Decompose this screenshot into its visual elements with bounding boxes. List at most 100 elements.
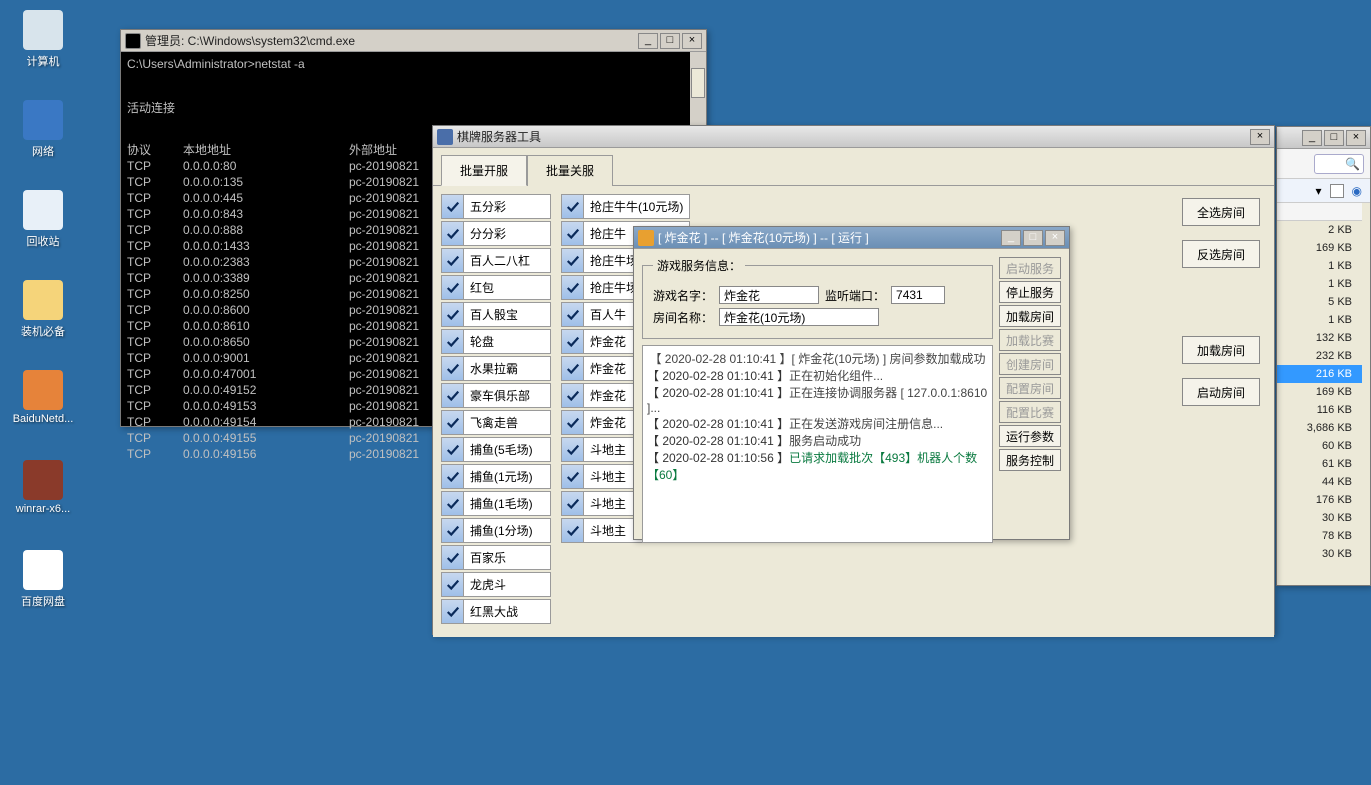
search-input[interactable]: 🔍 — [1314, 154, 1364, 174]
tool-titlebar[interactable]: 棋牌服务器工具 × — [433, 126, 1274, 148]
room-checkbox[interactable]: 红黑大战 — [441, 599, 551, 624]
file-row[interactable]: 132 KB — [1277, 329, 1362, 347]
room-checkbox[interactable]: 龙虎斗 — [441, 572, 551, 597]
file-row[interactable]: 30 KB — [1277, 545, 1362, 563]
file-row[interactable]: 3,686 KB — [1277, 419, 1362, 437]
log-line: 【 2020-02-28 01:10:56 】已请求加载批次【493】机器人个数… — [647, 449, 988, 483]
tab-batch-open[interactable]: 批量开服 — [441, 155, 527, 186]
close-button[interactable]: × — [1346, 130, 1366, 146]
maximize-button[interactable]: □ — [1324, 130, 1344, 146]
room-label: 炸金花 — [584, 333, 632, 350]
desktop-icon[interactable]: BaiduNetd... — [8, 370, 78, 425]
check-icon — [442, 249, 464, 272]
input-port[interactable] — [891, 286, 945, 304]
check-icon — [562, 222, 584, 245]
game-titlebar[interactable]: [ 炸金花 ] -- [ 炸金花(10元场) ] -- [ 运行 ] _ □ × — [634, 227, 1069, 249]
tab-batch-close[interactable]: 批量关服 — [527, 155, 613, 186]
room-checkbox[interactable]: 捕鱼(5毛场) — [441, 437, 551, 462]
room-checkbox[interactable]: 水果拉霸 — [441, 356, 551, 381]
tool-action-buttons: 全选房间反选房间加载房间启动房间 — [1176, 194, 1266, 629]
desktop-icon[interactable]: 回收站 — [8, 190, 78, 249]
room-checkbox[interactable]: 百家乐 — [441, 545, 551, 570]
file-row[interactable]: 61 KB — [1277, 455, 1362, 473]
game-action-button[interactable]: 配置比赛 — [999, 401, 1061, 423]
file-row[interactable]: 232 KB — [1277, 347, 1362, 365]
file-row[interactable]: 78 KB — [1277, 527, 1362, 545]
game-action-button[interactable]: 启动服务 — [999, 257, 1061, 279]
check-icon — [442, 600, 464, 623]
file-row[interactable]: 2 KB — [1277, 221, 1362, 239]
room-checkbox[interactable]: 捕鱼(1毛场) — [441, 491, 551, 516]
help-icon[interactable]: ◉ — [1352, 184, 1362, 198]
view-option[interactable]: ▾ — [1315, 184, 1321, 198]
close-button[interactable]: × — [1045, 230, 1065, 246]
maximize-button[interactable]: □ — [1023, 230, 1043, 246]
check-icon — [442, 438, 464, 461]
file-row[interactable]: 1 KB — [1277, 257, 1362, 275]
tool-button[interactable]: 全选房间 — [1182, 198, 1260, 226]
column-header[interactable] — [1277, 203, 1362, 221]
desktop-icon[interactable]: winrar-x6... — [8, 460, 78, 515]
game-action-button[interactable]: 创建房间 — [999, 353, 1061, 375]
check-icon — [442, 573, 464, 596]
room-checkbox[interactable]: 百人二八杠 — [441, 248, 551, 273]
minimize-button[interactable]: _ — [638, 33, 658, 49]
check-icon — [442, 195, 464, 218]
desktop-icon-image — [23, 100, 63, 140]
room-checkbox[interactable]: 抢庄牛牛(10元场) — [561, 194, 690, 219]
maximize-button[interactable]: □ — [660, 33, 680, 49]
tool-button[interactable]: 加载房间 — [1182, 336, 1260, 364]
room-checkbox[interactable]: 五分彩 — [441, 194, 551, 219]
room-checkbox[interactable]: 飞禽走兽 — [441, 410, 551, 435]
file-row[interactable]: 1 KB — [1277, 311, 1362, 329]
check-icon — [442, 465, 464, 488]
game-action-button[interactable]: 加载比赛 — [999, 329, 1061, 351]
explorer-titlebar[interactable]: _ □ × — [1277, 127, 1370, 149]
room-checkbox[interactable]: 豪车俱乐部 — [441, 383, 551, 408]
file-row[interactable]: 44 KB — [1277, 473, 1362, 491]
tool-button[interactable]: 反选房间 — [1182, 240, 1260, 268]
room-label: 抢庄牛 — [584, 225, 632, 242]
file-row[interactable]: 169 KB — [1277, 383, 1362, 401]
file-row[interactable]: 1 KB — [1277, 275, 1362, 293]
check-icon — [442, 519, 464, 542]
checkbox-option[interactable] — [1330, 184, 1344, 198]
desktop-icon[interactable]: 网络 — [8, 100, 78, 159]
file-row[interactable]: 60 KB — [1277, 437, 1362, 455]
cmd-icon — [125, 33, 141, 49]
room-checkbox[interactable]: 红包 — [441, 275, 551, 300]
room-checkbox[interactable]: 捕鱼(1分场) — [441, 518, 551, 543]
game-action-button[interactable]: 运行参数 — [999, 425, 1061, 447]
check-icon — [442, 492, 464, 515]
game-action-button[interactable]: 配置房间 — [999, 377, 1061, 399]
file-row[interactable]: 116 KB — [1277, 401, 1362, 419]
room-checkbox[interactable]: 捕鱼(1元场) — [441, 464, 551, 489]
minimize-button[interactable]: _ — [1001, 230, 1021, 246]
file-row[interactable]: 176 KB — [1277, 491, 1362, 509]
file-row[interactable]: 216 KB — [1277, 365, 1362, 383]
room-checkbox[interactable]: 轮盘 — [441, 329, 551, 354]
input-room[interactable] — [719, 308, 879, 326]
cmd-titlebar[interactable]: 管理员: C:\Windows\system32\cmd.exe _ □ × — [121, 30, 706, 52]
game-action-button[interactable]: 加载房间 — [999, 305, 1061, 327]
tool-button[interactable]: 启动房间 — [1182, 378, 1260, 406]
desktop-icon[interactable]: 计算机 — [8, 10, 78, 69]
close-button[interactable]: × — [1250, 129, 1270, 145]
scrollbar-thumb[interactable] — [691, 68, 705, 98]
game-action-button[interactable]: 停止服务 — [999, 281, 1061, 303]
room-label: 五分彩 — [464, 198, 512, 215]
file-row[interactable]: 169 KB — [1277, 239, 1362, 257]
file-row[interactable]: 30 KB — [1277, 509, 1362, 527]
game-action-button[interactable]: 服务控制 — [999, 449, 1061, 471]
log-output: 【 2020-02-28 01:10:41 】[ 炸金花(10元场) ] 房间参… — [642, 345, 993, 543]
desktop-icon[interactable]: 装机必备 — [8, 280, 78, 339]
file-row[interactable]: 5 KB — [1277, 293, 1362, 311]
room-checkbox[interactable]: 百人骰宝 — [441, 302, 551, 327]
minimize-button[interactable]: _ — [1302, 130, 1322, 146]
room-checkbox[interactable]: 分分彩 — [441, 221, 551, 246]
check-icon — [442, 330, 464, 353]
desktop-icon-label: 网络 — [8, 143, 78, 159]
input-game-name[interactable] — [719, 286, 819, 304]
desktop-icon[interactable]: 百度网盘 — [8, 550, 78, 609]
close-button[interactable]: × — [682, 33, 702, 49]
